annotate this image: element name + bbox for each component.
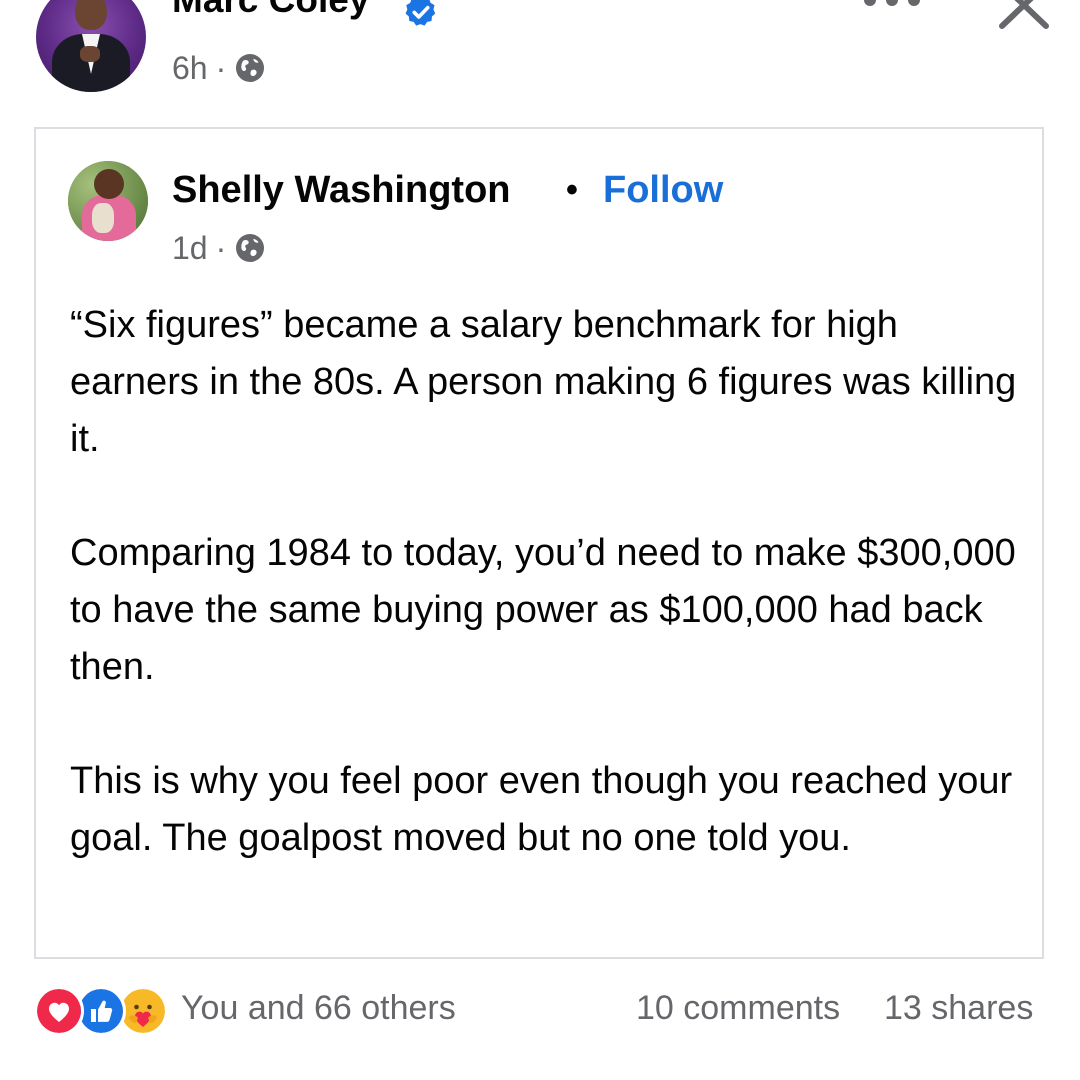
love-reaction-icon: [34, 986, 84, 1036]
post-meta: 6h ·: [172, 48, 266, 88]
reactions-summary[interactable]: You and 66 others: [181, 986, 456, 1030]
meta-separator: ·: [215, 229, 227, 266]
post-time[interactable]: 6h: [172, 50, 208, 87]
shared-post-time[interactable]: 1d: [172, 230, 208, 267]
comments-count[interactable]: 10 comments: [636, 986, 840, 1030]
globe-icon: [236, 234, 265, 262]
shared-author-avatar[interactable]: [68, 161, 148, 241]
post-paragraph: Comparing 1984 to today, you’d need to m…: [70, 532, 1016, 688]
post-paragraph: This is why you feel poor even though yo…: [70, 760, 1013, 859]
close-icon[interactable]: [994, 0, 1054, 30]
author-name[interactable]: Marc Coley: [172, 0, 369, 22]
more-options-icon[interactable]: [860, 0, 924, 12]
meta-separator: ·: [215, 49, 227, 86]
shared-author-name[interactable]: Shelly Washington: [172, 167, 511, 213]
author-avatar[interactable]: [36, 0, 146, 92]
post-paragraph: “Six figures” became a salary benchmark …: [70, 304, 1017, 460]
shares-count[interactable]: 13 shares: [884, 986, 1033, 1030]
globe-icon: [236, 54, 265, 82]
reaction-icons[interactable]: [34, 986, 194, 1036]
post-text: “Six figures” became a salary benchmark …: [70, 297, 1030, 867]
verified-badge-icon: [405, 0, 436, 26]
name-follow-separator: •: [566, 171, 578, 209]
follow-button[interactable]: Follow: [603, 167, 723, 213]
shared-post-card[interactable]: Shelly Washington • Follow 1d · “Six fig…: [34, 127, 1044, 959]
shared-post-meta: 1d ·: [172, 227, 266, 269]
